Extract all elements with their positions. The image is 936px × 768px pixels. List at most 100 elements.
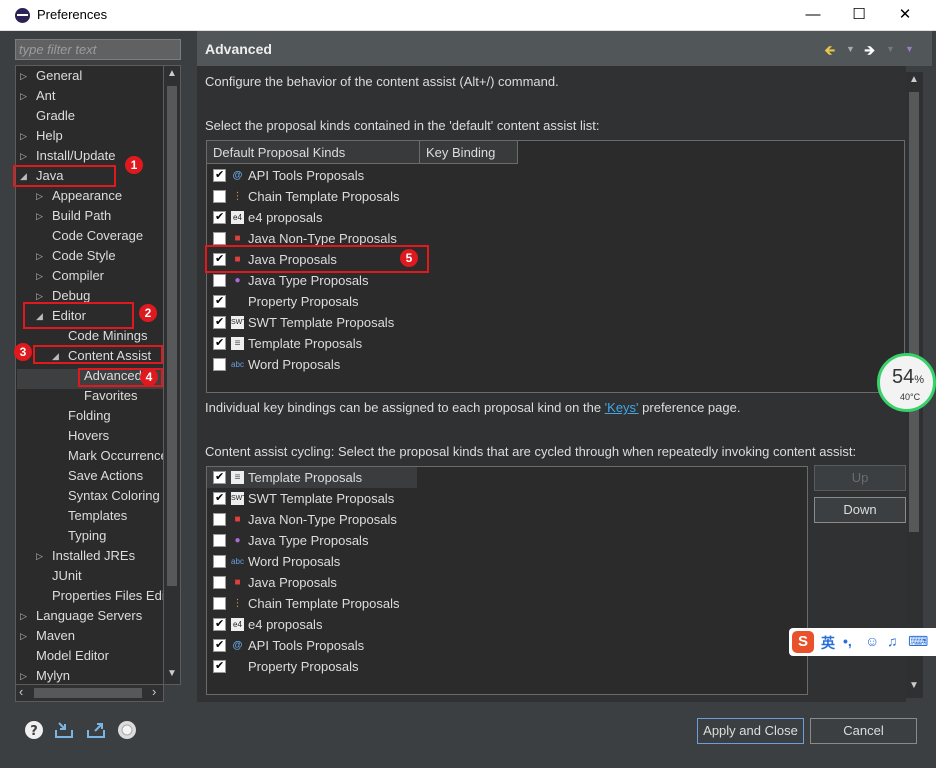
scroll-thumb[interactable] (34, 688, 142, 698)
tree-item[interactable]: Favorites (84, 386, 137, 406)
tree-item[interactable]: Code Coverage (52, 226, 143, 246)
proposal-kind-row[interactable]: ⋮ Chain Template Proposals (207, 186, 417, 207)
tree-item[interactable]: Installed JREs (52, 546, 135, 566)
oomph-record-icon[interactable] (117, 720, 137, 740)
proposal-kind-row[interactable]: abc Word Proposals (207, 551, 417, 572)
up-button[interactable]: Up (814, 465, 906, 491)
back-arrow-icon[interactable]: 🡸 (824, 40, 835, 64)
proposal-kind-row[interactable]: ⋮ Chain Template Proposals (207, 593, 417, 614)
cancel-button[interactable]: Cancel (810, 718, 917, 744)
tree-item[interactable]: Model Editor (36, 646, 109, 666)
tree-item[interactable]: Language Servers (36, 606, 142, 626)
proposal-kind-checkbox[interactable] (213, 209, 226, 225)
proposal-kind-checkbox[interactable] (213, 274, 226, 287)
scroll-down-icon[interactable]: ▼ (167, 668, 177, 679)
proposal-kind-row[interactable]: ● Java Type Proposals (207, 270, 417, 291)
proposal-kind-checkbox[interactable] (213, 469, 226, 485)
close-button[interactable]: ✕ (882, 0, 928, 31)
tree-expand-toggle-icon[interactable]: ▷ (20, 666, 27, 684)
forward-dropdown-icon[interactable]: ▼ (886, 44, 895, 54)
scroll-thumb[interactable] (909, 92, 919, 532)
proposal-kind-row[interactable]: ≡ Template Proposals (207, 467, 417, 488)
microphone-icon[interactable]: ♫ (887, 633, 898, 649)
tree-item[interactable]: Maven (36, 626, 75, 646)
tree-item[interactable]: Code Minings (68, 326, 148, 346)
proposal-kind-row[interactable]: ≡ Template Proposals (207, 333, 417, 354)
proposal-kind-row[interactable]: Property Proposals (207, 291, 417, 312)
filter-input[interactable]: type filter text (15, 39, 181, 60)
proposal-kind-row[interactable]: ■ Java Proposals (207, 572, 417, 593)
scroll-right-icon[interactable]: › (152, 684, 156, 699)
proposal-kind-checkbox[interactable] (213, 534, 226, 547)
tree-expand-toggle-icon[interactable]: ▷ (20, 626, 27, 646)
tree-expand-toggle-icon[interactable]: ▷ (20, 86, 27, 106)
proposal-kind-checkbox[interactable] (213, 190, 226, 203)
minimize-button[interactable]: — (790, 0, 836, 31)
tree-item[interactable]: Save Actions (68, 466, 143, 486)
tree-item[interactable]: Folding (68, 406, 111, 426)
tree-expand-toggle-icon[interactable]: ▷ (20, 66, 27, 86)
emoji-icon[interactable]: ☺ (865, 633, 879, 649)
proposal-kind-checkbox[interactable] (213, 335, 226, 351)
keyboard-icon[interactable]: ⌨ (908, 633, 928, 650)
scroll-thumb[interactable] (167, 86, 177, 586)
tree-expand-toggle-icon[interactable]: ▷ (20, 606, 27, 626)
forward-arrow-icon[interactable]: 🡺 (864, 40, 875, 64)
help-icon[interactable]: ? (24, 720, 44, 740)
sogou-logo-icon[interactable]: S (792, 631, 814, 653)
proposal-kind-checkbox[interactable] (213, 167, 226, 183)
tree-expand-toggle-icon[interactable]: ▷ (20, 126, 27, 146)
punctuation-icon[interactable]: •, (843, 633, 852, 649)
apply-and-close-button[interactable]: Apply and Close (697, 718, 804, 744)
tree-item[interactable]: Hovers (68, 426, 109, 446)
proposal-kind-row[interactable]: ● Java Type Proposals (207, 530, 417, 551)
column-header-default-kinds[interactable]: Default Proposal Kinds (207, 141, 420, 164)
proposal-kind-row[interactable]: Property Proposals (207, 656, 417, 677)
proposal-kind-checkbox[interactable] (213, 232, 226, 245)
proposal-kind-checkbox[interactable] (213, 293, 226, 309)
proposal-kind-checkbox[interactable] (213, 555, 226, 568)
column-header-key-binding[interactable]: Key Binding (420, 141, 518, 164)
tree-item[interactable]: JUnit (52, 566, 82, 586)
tree-item[interactable]: Properties Files Editor (52, 586, 163, 606)
import-icon[interactable] (54, 720, 74, 740)
scroll-up-icon[interactable]: ▲ (909, 74, 919, 85)
tree-item[interactable]: Mark Occurrences (68, 446, 163, 466)
proposal-kind-checkbox[interactable] (213, 658, 226, 674)
tree-item[interactable]: Install/Update (36, 146, 116, 166)
down-button[interactable]: Down (814, 497, 906, 523)
tree-item[interactable]: General (36, 66, 82, 86)
tree-item[interactable]: Gradle (36, 106, 75, 126)
scroll-left-icon[interactable]: ‹ (19, 684, 23, 699)
proposal-kind-row[interactable]: SWTSWT Template Proposals (207, 488, 417, 509)
ime-mode-indicator[interactable]: 英 (821, 633, 835, 653)
proposal-kind-row[interactable]: @ API Tools Proposals (207, 165, 417, 186)
tree-expand-toggle-icon[interactable]: ▷ (36, 206, 43, 226)
tree-item[interactable]: Syntax Coloring (68, 486, 160, 506)
proposal-kind-checkbox[interactable] (213, 616, 226, 632)
tree-item[interactable]: Appearance (52, 186, 122, 206)
proposal-kind-row[interactable]: abc Word Proposals (207, 354, 417, 375)
maximize-button[interactable]: ☐ (836, 0, 882, 31)
tree-expand-toggle-icon[interactable]: ▷ (36, 546, 43, 566)
proposal-kind-row[interactable]: e4 e4 proposals (207, 614, 417, 635)
scroll-down-icon[interactable]: ▼ (909, 680, 919, 691)
export-icon[interactable] (86, 720, 106, 740)
tree-item[interactable]: Mylyn (36, 666, 70, 684)
keys-link[interactable]: 'Keys' (605, 400, 639, 415)
tree-item[interactable]: Typing (68, 526, 106, 546)
scroll-up-icon[interactable]: ▲ (167, 68, 177, 79)
tree-horizontal-scrollbar[interactable]: ‹ › (15, 684, 164, 702)
tree-item[interactable]: Compiler (52, 266, 104, 286)
tree-expand-toggle-icon[interactable]: ▷ (36, 186, 43, 206)
proposal-kind-checkbox[interactable] (213, 576, 226, 589)
proposal-kind-checkbox[interactable] (213, 358, 226, 371)
proposal-kind-row[interactable]: ■ Java Non-Type Proposals (207, 509, 417, 530)
tree-expand-toggle-icon[interactable]: ▷ (36, 246, 43, 266)
system-monitor-gauge[interactable]: 54% 40°C (877, 353, 936, 412)
proposal-kind-row[interactable]: SWTSWT Template Proposals (207, 312, 417, 333)
proposal-kind-row[interactable]: @ API Tools Proposals (207, 635, 417, 656)
proposal-kind-checkbox[interactable] (213, 490, 226, 506)
view-menu-icon[interactable]: ▼ (905, 44, 914, 54)
tree-item[interactable]: Build Path (52, 206, 111, 226)
